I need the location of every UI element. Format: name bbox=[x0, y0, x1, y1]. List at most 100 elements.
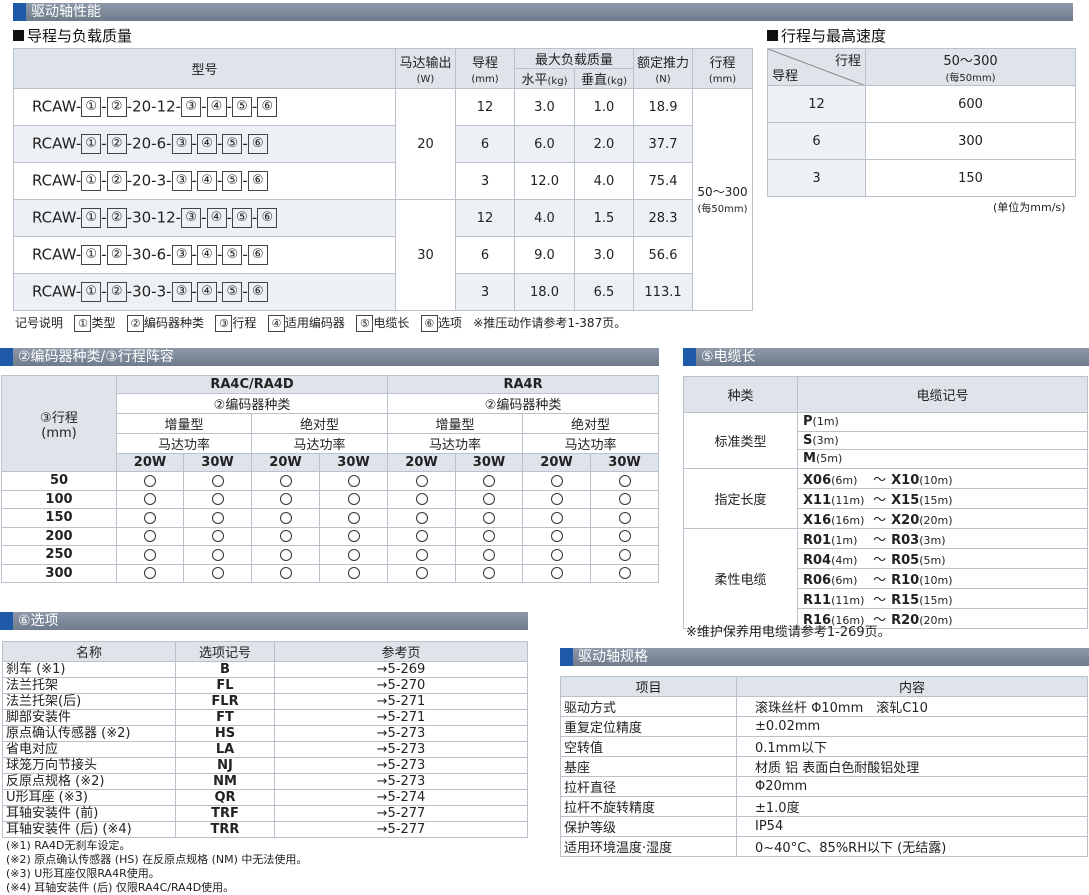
cable-length-start: (4m) bbox=[831, 553, 858, 567]
cable-code-start: X11 bbox=[803, 492, 832, 508]
tilde: ～ bbox=[873, 492, 887, 508]
available-mark bbox=[590, 489, 660, 509]
incremental-label: 增量型 bbox=[387, 413, 524, 434]
lead-value: 3 bbox=[455, 273, 515, 311]
speed-cell: 150 bbox=[865, 159, 1076, 197]
option-name: 原点确认传感器 (※2) bbox=[2, 725, 176, 742]
section-banner-options: ⑥选项 bbox=[0, 612, 528, 630]
option-name: 刹车 (※1) bbox=[2, 661, 176, 678]
speed-cell: 600 bbox=[865, 85, 1076, 123]
circle-icon bbox=[279, 530, 292, 543]
lead-value: 12 bbox=[455, 88, 515, 126]
motor-20: 20 bbox=[395, 88, 456, 200]
table-row: 脚部安装件 FT →5-271 bbox=[2, 709, 528, 726]
option-note: (※3) U形耳座仅限RA4R使用。 bbox=[6, 867, 160, 880]
power-20w: 20W bbox=[387, 453, 457, 472]
cable-code-start: R06 bbox=[803, 572, 832, 588]
available-mark bbox=[116, 526, 184, 546]
available-mark bbox=[590, 526, 660, 546]
table-row: 原点确认传感器 (※2) HS →5-273 bbox=[2, 725, 528, 742]
tilde: ～ bbox=[873, 552, 887, 568]
option-code: QR bbox=[175, 789, 275, 806]
table-row: 反原点规格 (※2) NM →5-273 bbox=[2, 773, 528, 790]
option-code-header: 选项记号 bbox=[175, 641, 275, 662]
cable-length-end: (5m) bbox=[919, 553, 946, 567]
header-max-load: 最大负载质量 bbox=[513, 48, 635, 69]
stroke-value: 300 bbox=[1, 563, 117, 583]
cable-length-end: (10m) bbox=[919, 573, 953, 587]
power-20w: 20W bbox=[251, 453, 320, 472]
cable-length-end: (15m) bbox=[919, 493, 953, 507]
absolute-label: 绝对型 bbox=[522, 413, 660, 434]
cable-length-start: (5m) bbox=[815, 452, 843, 466]
section-banner-spec: 驱动轴规格 bbox=[560, 648, 1089, 666]
cable-type: 柔性电缆 bbox=[683, 527, 798, 629]
cable-code: X06(6m) ～ X10(10m) bbox=[797, 467, 1088, 489]
circle-icon bbox=[279, 493, 292, 506]
option-name: 反原点规格 (※2) bbox=[2, 773, 176, 790]
circle-icon bbox=[415, 493, 428, 506]
option-page: →5-271 bbox=[274, 709, 528, 726]
section-banner-drive-performance: 驱动轴性能 bbox=[13, 3, 1073, 21]
speed-unit-note: (单位为mm/s) bbox=[993, 201, 1066, 214]
table-row: RCAW- ① - ② -20-3- ③ - ④ - ⑤ - ⑥ 3 12.0 4.0 75.4 bbox=[13, 162, 753, 200]
spec-item: 基座 bbox=[560, 756, 737, 777]
power-30w: 30W bbox=[183, 453, 252, 472]
table-row: 6 300 bbox=[767, 122, 1076, 160]
absolute-label: 绝对型 bbox=[250, 413, 389, 434]
speed-title: 行程与最高速度 bbox=[767, 27, 886, 45]
cable-type: 指定长度 bbox=[683, 467, 798, 529]
table-row: 法兰托架 FL →5-270 bbox=[2, 677, 528, 694]
circle-icon bbox=[550, 567, 563, 580]
cable-code-start: S bbox=[803, 432, 813, 448]
cable-code-end: X20 bbox=[891, 512, 920, 528]
group-ra4r: RA4R bbox=[387, 375, 660, 394]
circle-icon bbox=[279, 567, 292, 580]
available-mark bbox=[522, 545, 592, 565]
vertical-load: 1.5 bbox=[573, 199, 635, 237]
power-20w: 20W bbox=[116, 453, 184, 472]
header-motor: 马达输出 (W) bbox=[395, 48, 456, 89]
circle-icon bbox=[415, 530, 428, 543]
option-code: TRR bbox=[175, 821, 275, 838]
table-row: RCAW- ① - ② -30-12- ③ - ④ - ⑤ - ⑥ 30 12 4.0 1.5 28.… bbox=[13, 199, 753, 311]
lead-value: 6 bbox=[455, 236, 515, 274]
available-mark bbox=[183, 471, 252, 491]
circle-icon bbox=[550, 548, 563, 561]
table-row: 250 bbox=[1, 545, 660, 565]
available-mark bbox=[522, 508, 592, 528]
available-mark bbox=[455, 471, 524, 491]
option-name: 省电对应 bbox=[2, 741, 176, 758]
available-mark bbox=[116, 563, 184, 583]
incremental-label: 增量型 bbox=[116, 413, 252, 434]
circle-icon bbox=[144, 474, 156, 487]
cable-length-start: (1m) bbox=[831, 533, 858, 547]
circle-icon bbox=[211, 548, 224, 561]
option-page: →5-269 bbox=[274, 661, 528, 678]
circle-icon bbox=[279, 474, 292, 487]
circle-icon bbox=[415, 548, 428, 561]
circle-icon bbox=[618, 511, 631, 524]
available-mark bbox=[116, 489, 184, 509]
spec-content-header: 内容 bbox=[736, 676, 1088, 697]
circle-icon bbox=[415, 511, 428, 524]
circle-icon bbox=[550, 493, 563, 506]
table-row: 驱动方式 滚珠丝杆 Φ10mm 滚轧C10 bbox=[560, 696, 1088, 717]
circle-icon bbox=[483, 511, 496, 524]
circle-icon bbox=[483, 548, 496, 561]
power-30w: 30W bbox=[455, 453, 524, 472]
cable-length-start: (11m) bbox=[831, 493, 865, 507]
cable-code-start: X16 bbox=[803, 512, 832, 528]
available-mark bbox=[116, 508, 184, 528]
motor-power-label: 马达功率 bbox=[387, 433, 524, 454]
circle-icon bbox=[618, 530, 631, 543]
header-thrust: 额定推力 (N) bbox=[633, 48, 694, 89]
horizontal-load: 3.0 bbox=[514, 88, 575, 126]
option-name-header: 名称 bbox=[2, 641, 176, 662]
cable-code: X11(11m) ～ X15(15m) bbox=[797, 487, 1088, 509]
table-row: 省电对应 LA →5-273 bbox=[2, 741, 528, 758]
circle-icon bbox=[347, 567, 360, 580]
table-row: 保护等级 IP54 bbox=[560, 816, 1088, 837]
header-model: 型号 bbox=[13, 48, 396, 89]
stroke-value: 150 bbox=[1, 508, 117, 528]
